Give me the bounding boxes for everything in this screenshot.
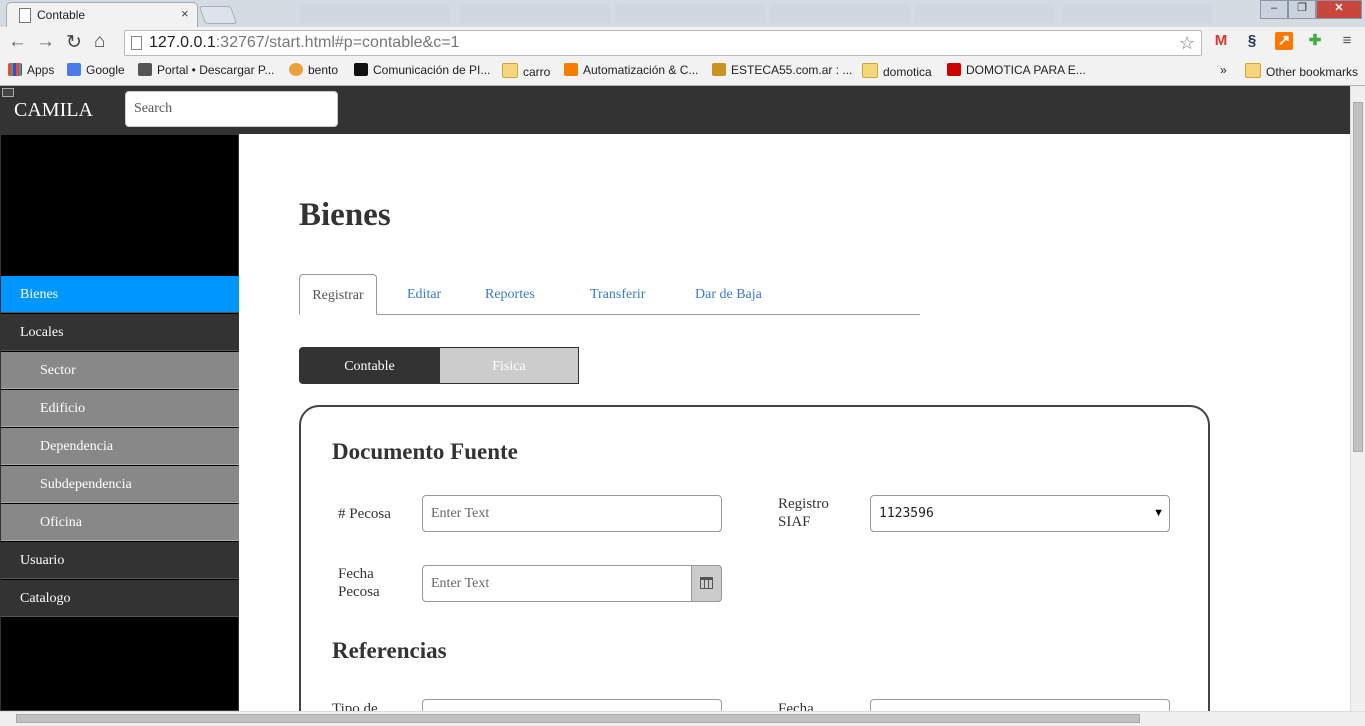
bookmarks-more-chevron[interactable]: » [1220, 63, 1227, 77]
tab-editar[interactable]: Editar [407, 274, 441, 315]
tab-title: Contable [37, 8, 86, 22]
tab-close-icon[interactable]: × [181, 6, 189, 21]
reload-icon[interactable]: ↻ [66, 31, 82, 54]
bookmarks-bar: Apps Google Portal • Descargar P... bent… [0, 59, 1365, 86]
calendar-icon [700, 577, 713, 589]
main-content: Bienes Registrar Editar Reportes Transfe… [240, 134, 1350, 711]
tab-strip: Contable × – ❐ ✕ [0, 0, 1365, 28]
esteca-icon [712, 63, 726, 76]
background-tab[interactable] [300, 4, 450, 23]
window-icon [2, 88, 14, 97]
bookmark-portal[interactable]: Portal • Descargar P... [138, 63, 274, 77]
section-referencias: Referencias [332, 638, 447, 663]
background-tab[interactable] [915, 4, 1055, 23]
tab-transferir[interactable]: Transferir [590, 274, 645, 315]
sidebar-item-catalogo[interactable]: Catalogo [1, 580, 239, 617]
tab-reportes[interactable]: Reportes [485, 274, 535, 315]
bento-icon [289, 63, 303, 76]
background-tab[interactable] [1062, 4, 1212, 23]
other-bookmarks[interactable]: Other bookmarks [1245, 63, 1358, 79]
analytics-icon[interactable]: ↗ [1275, 32, 1293, 50]
brand-logo[interactable]: CAMILA [14, 99, 93, 122]
vertical-scrollbar[interactable] [1350, 86, 1365, 711]
google-icon [67, 63, 81, 76]
browser-tab-contable[interactable]: Contable × [6, 2, 198, 28]
portal-icon [138, 63, 152, 76]
background-tab[interactable] [615, 4, 765, 23]
registro-siaf-select[interactable]: 1123596 ▼ [870, 495, 1170, 532]
bookmark-google[interactable]: Google [67, 63, 125, 77]
fecha-referencia-input[interactable] [870, 699, 1170, 711]
sidebar-item-oficina[interactable]: Oficina [1, 504, 239, 541]
fecha-pecosa-label: Fecha Pecosa [338, 566, 380, 600]
forward-arrow-icon[interactable]: → [36, 31, 55, 53]
bookmark-esteca[interactable]: ESTECA55.com.ar : ... [712, 63, 852, 77]
puzzle-icon[interactable]: ✚ [1306, 32, 1324, 50]
tab-registrar[interactable]: Registrar [299, 274, 377, 315]
registro-siaf-label: Registro SIAF [778, 496, 829, 530]
extension-icon[interactable]: § [1243, 32, 1261, 50]
bookmark-comunicacion[interactable]: Comunicación de PI... [354, 63, 490, 77]
sidebar-item-bienes[interactable]: Bienes [1, 276, 239, 313]
background-tab[interactable] [770, 4, 910, 23]
segment-contable[interactable]: Contable [299, 347, 440, 384]
sidebar-item-dependencia[interactable]: Dependencia [1, 428, 239, 465]
search-input[interactable] [125, 91, 338, 127]
background-tab[interactable] [460, 4, 610, 23]
youtube-icon [947, 63, 961, 76]
gmail-icon[interactable]: M [1212, 32, 1230, 50]
tab-dar-de-baja[interactable]: Dar de Baja [695, 274, 762, 315]
home-icon[interactable]: ⌂ [94, 31, 105, 53]
page-title: Bienes [299, 197, 391, 233]
close-window-icon[interactable]: ✕ [1316, 0, 1362, 19]
app-header: CAMILA [0, 86, 1350, 134]
blogger-icon [564, 63, 578, 76]
fecha-placeholder: Enter Text [431, 576, 490, 591]
url-text: 127.0.0.1:32767/start.html#p=contable&c=… [149, 34, 460, 51]
chip-icon [354, 63, 368, 76]
page-icon [131, 36, 142, 50]
folder-icon [502, 63, 518, 78]
siaf-selected-value: 1123596 [879, 506, 934, 521]
new-tab-button[interactable] [198, 6, 238, 24]
horizontal-scrollbar[interactable] [0, 711, 1365, 726]
folder-icon [862, 63, 878, 78]
sidebar-item-locales[interactable]: Locales [1, 314, 239, 351]
minimize-icon[interactable]: – [1260, 0, 1288, 19]
folder-icon [1245, 63, 1261, 78]
fecha-referencia-label: Fecha [778, 701, 814, 711]
section-documento-fuente: Documento Fuente [332, 439, 518, 464]
vertical-scroll-thumb[interactable] [1353, 102, 1363, 452]
horizontal-scroll-thumb[interactable] [16, 714, 1140, 723]
form-card: Documento Fuente # Pecosa Enter Text Reg… [299, 405, 1210, 711]
tipo-input[interactable] [422, 699, 722, 711]
pecosa-input[interactable]: Enter Text [422, 495, 722, 532]
menu-icon[interactable]: ≡ [1338, 32, 1356, 50]
bookmark-domotica[interactable]: domotica [862, 63, 932, 79]
bookmark-star-icon[interactable]: ☆ [1179, 31, 1195, 55]
bookmark-automatizacion[interactable]: Automatización & C... [564, 63, 698, 77]
calendar-button[interactable] [691, 565, 722, 602]
sidebar-item-subdependencia[interactable]: Subdependencia [1, 466, 239, 503]
sidebar-item-edificio[interactable]: Edificio [1, 390, 239, 427]
bookmark-carro[interactable]: carro [502, 63, 550, 79]
segment-fisica[interactable]: Fisica [439, 347, 579, 384]
tipo-label: Tipo de [332, 701, 378, 711]
pecosa-label: # Pecosa [338, 506, 391, 522]
page-icon [19, 8, 31, 23]
apps-grid-icon [8, 63, 22, 76]
back-arrow-icon[interactable]: ← [8, 31, 27, 53]
bookmark-apps[interactable]: Apps [8, 63, 54, 77]
sidebar: Bienes Locales Sector Edificio Dependenc… [0, 134, 239, 711]
dropdown-arrow-icon: ▼ [1153, 507, 1164, 519]
browser-toolbar: ← → ↻ ⌂ 127.0.0.1:32767/start.html#p=con… [0, 27, 1365, 59]
address-bar[interactable]: 127.0.0.1:32767/start.html#p=contable&c=… [124, 30, 1202, 56]
sidebar-item-usuario[interactable]: Usuario [1, 542, 239, 579]
bookmark-bento[interactable]: bento [289, 63, 338, 77]
fecha-pecosa-input[interactable]: Enter Text [422, 565, 722, 602]
browser-chrome: Contable × – ❐ ✕ ← → ↻ ⌂ 127.0.0.1:32767… [0, 0, 1365, 86]
restore-icon[interactable]: ❐ [1288, 0, 1316, 19]
bookmark-domotica-para[interactable]: DOMOTICA PARA E... [947, 63, 1086, 77]
sidebar-item-sector[interactable]: Sector [1, 352, 239, 389]
